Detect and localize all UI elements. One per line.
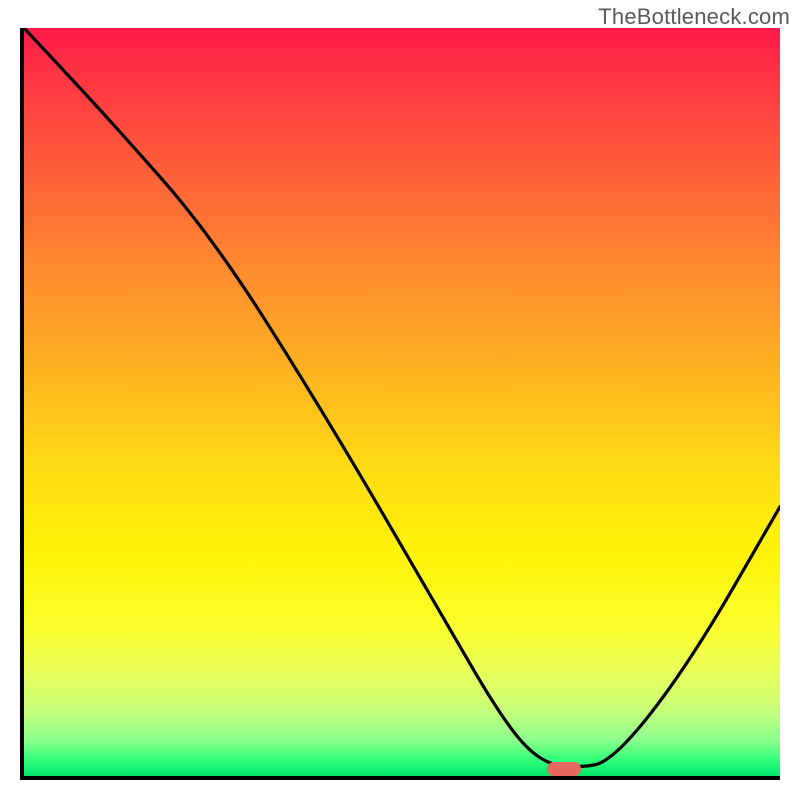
plot-area <box>20 28 780 780</box>
watermark-text: TheBottleneck.com <box>598 4 790 30</box>
chart-container: TheBottleneck.com <box>0 0 800 800</box>
bottleneck-curve <box>24 28 780 776</box>
optimal-marker <box>547 762 581 776</box>
